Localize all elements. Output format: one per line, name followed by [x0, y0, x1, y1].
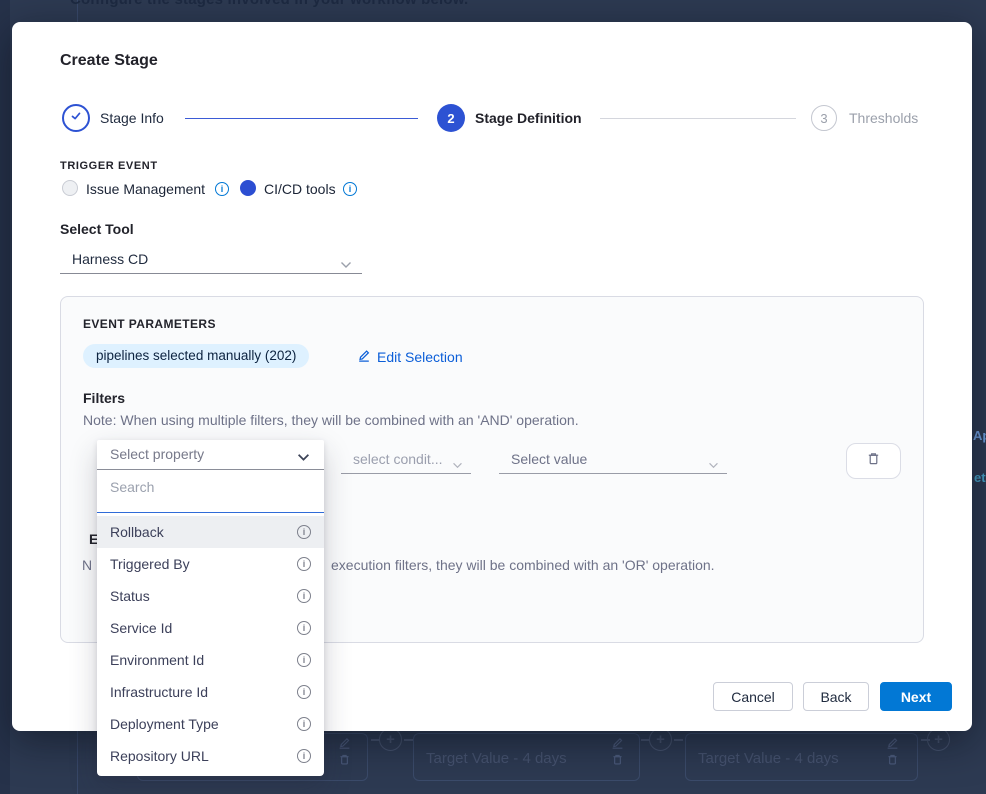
dropdown-item-label: Service Id — [110, 620, 172, 636]
value-select[interactable]: Select value — [499, 447, 727, 474]
trash-icon[interactable] — [886, 753, 899, 766]
info-icon[interactable] — [297, 589, 311, 603]
dropdown-item-status[interactable]: Status — [97, 580, 324, 612]
execution-filters-note-fragment-tail: execution filters, they will be combined… — [331, 557, 715, 573]
tool-select-value: Harness CD — [72, 251, 148, 267]
dropdown-item-infrastructure-id[interactable]: Infrastructure Id — [97, 676, 324, 708]
info-icon[interactable] — [215, 182, 229, 196]
background-text-fragment-bottom: et — [974, 470, 986, 485]
pipelines-selected-chip: pipelines selected manually (202) — [83, 344, 309, 368]
trash-icon[interactable] — [611, 753, 624, 766]
edit-icon[interactable] — [886, 736, 899, 749]
stage-card: Target Value - 4 days — [685, 733, 918, 781]
stage-card-label: Target Value - 4 days — [426, 750, 567, 767]
delete-filter-button[interactable] — [846, 443, 901, 479]
check-icon — [69, 109, 83, 128]
radio-issue-management-label[interactable]: Issue Management — [86, 181, 205, 197]
next-button[interactable]: Next — [880, 682, 952, 711]
edit-icon[interactable] — [611, 736, 624, 749]
connector-dash — [674, 739, 683, 741]
dropdown-list: Rollback Triggered By Status Service Id … — [97, 513, 324, 776]
background-sidebar-strip — [0, 0, 10, 794]
dropdown-item-rollback[interactable]: Rollback — [97, 516, 324, 548]
step-stage-definition-circle[interactable]: 2 — [437, 104, 465, 132]
step-stage-info-circle[interactable] — [62, 104, 90, 132]
property-select-placeholder: Select property — [110, 446, 204, 462]
stepper-connector — [185, 118, 418, 119]
info-icon[interactable] — [297, 653, 311, 667]
info-icon[interactable] — [297, 717, 311, 731]
info-icon[interactable] — [297, 557, 311, 571]
dropdown-item-deployment-type[interactable]: Deployment Type — [97, 708, 324, 740]
edit-selection-label: Edit Selection — [377, 349, 463, 365]
condition-select[interactable]: select condit... — [341, 447, 471, 474]
stage-card-label: Target Value - 4 days — [698, 750, 839, 767]
add-stage-button[interactable] — [379, 728, 402, 751]
info-icon[interactable] — [297, 749, 311, 763]
dropdown-item-label: Status — [110, 588, 150, 604]
dropdown-item-label: Infrastructure Id — [110, 684, 208, 700]
dropdown-item-label: Triggered By — [110, 556, 190, 572]
dropdown-item-environment-id[interactable]: Environment Id — [97, 644, 324, 676]
tool-select[interactable]: Harness CD — [60, 246, 362, 274]
filters-title: Filters — [83, 390, 125, 406]
step-thresholds-circle[interactable]: 3 — [811, 105, 837, 131]
add-stage-button[interactable] — [649, 728, 672, 751]
background-subtitle: Configure the stages involved in your wo… — [70, 0, 468, 8]
cancel-button[interactable]: Cancel — [713, 682, 793, 711]
dropdown-item-repository-url[interactable]: Repository URL — [97, 740, 324, 772]
dropdown-item-service-id[interactable]: Service Id — [97, 612, 324, 644]
value-select-placeholder: Select value — [511, 451, 587, 467]
dropdown-search — [97, 470, 324, 513]
dropdown-item-label: Deployment Type — [110, 716, 219, 732]
connector-dash — [404, 739, 413, 741]
property-select[interactable]: Select property — [97, 440, 324, 470]
info-icon[interactable] — [297, 525, 311, 539]
back-button[interactable]: Back — [803, 682, 869, 711]
select-tool-label: Select Tool — [60, 221, 134, 237]
screen: Configure the stages involved in your wo… — [0, 0, 986, 794]
stage-card: Target Value - 4 days — [413, 733, 640, 781]
radio-cicd-tools[interactable] — [240, 180, 256, 196]
add-stage-button[interactable] — [927, 728, 950, 751]
modal-title: Create Stage — [60, 52, 158, 70]
dropdown-item-triggered-by[interactable]: Triggered By — [97, 548, 324, 580]
chevron-down-icon — [340, 256, 352, 274]
pencil-icon — [357, 348, 371, 365]
chevron-down-icon — [297, 449, 310, 467]
condition-select-placeholder: select condit... — [353, 451, 443, 467]
dropdown-item-label: Environment Id — [110, 652, 204, 668]
edit-selection-link[interactable]: Edit Selection — [357, 348, 463, 365]
dropdown-item-label: Rollback — [110, 524, 164, 540]
dropdown-item-label: Repository URL — [110, 748, 209, 764]
radio-cicd-tools-label[interactable]: CI/CD tools — [264, 181, 336, 197]
radio-issue-management[interactable] — [62, 180, 78, 196]
background-text-fragment-top: Ap — [973, 428, 986, 443]
chevron-down-icon — [452, 456, 463, 474]
filters-note: Note: When using multiple filters, they … — [83, 412, 579, 428]
info-icon[interactable] — [297, 685, 311, 699]
event-parameters-title: EVENT PARAMETERS — [83, 317, 216, 331]
stepper-connector — [600, 118, 796, 119]
info-icon[interactable] — [343, 182, 357, 196]
edit-icon[interactable] — [338, 736, 351, 749]
step-thresholds-label[interactable]: Thresholds — [849, 110, 918, 126]
chevron-down-icon — [708, 456, 719, 474]
step-stage-info-label[interactable]: Stage Info — [100, 110, 164, 126]
step-stage-definition-label[interactable]: Stage Definition — [475, 110, 582, 126]
search-input[interactable] — [110, 479, 300, 495]
trash-icon — [866, 451, 881, 471]
trigger-event-label: TRIGGER EVENT — [60, 160, 158, 172]
select-property-dropdown: Select property Rollback Triggered By St… — [97, 440, 324, 776]
trash-icon[interactable] — [338, 753, 351, 766]
execution-filters-note-fragment-start: N — [82, 557, 92, 573]
info-icon[interactable] — [297, 621, 311, 635]
